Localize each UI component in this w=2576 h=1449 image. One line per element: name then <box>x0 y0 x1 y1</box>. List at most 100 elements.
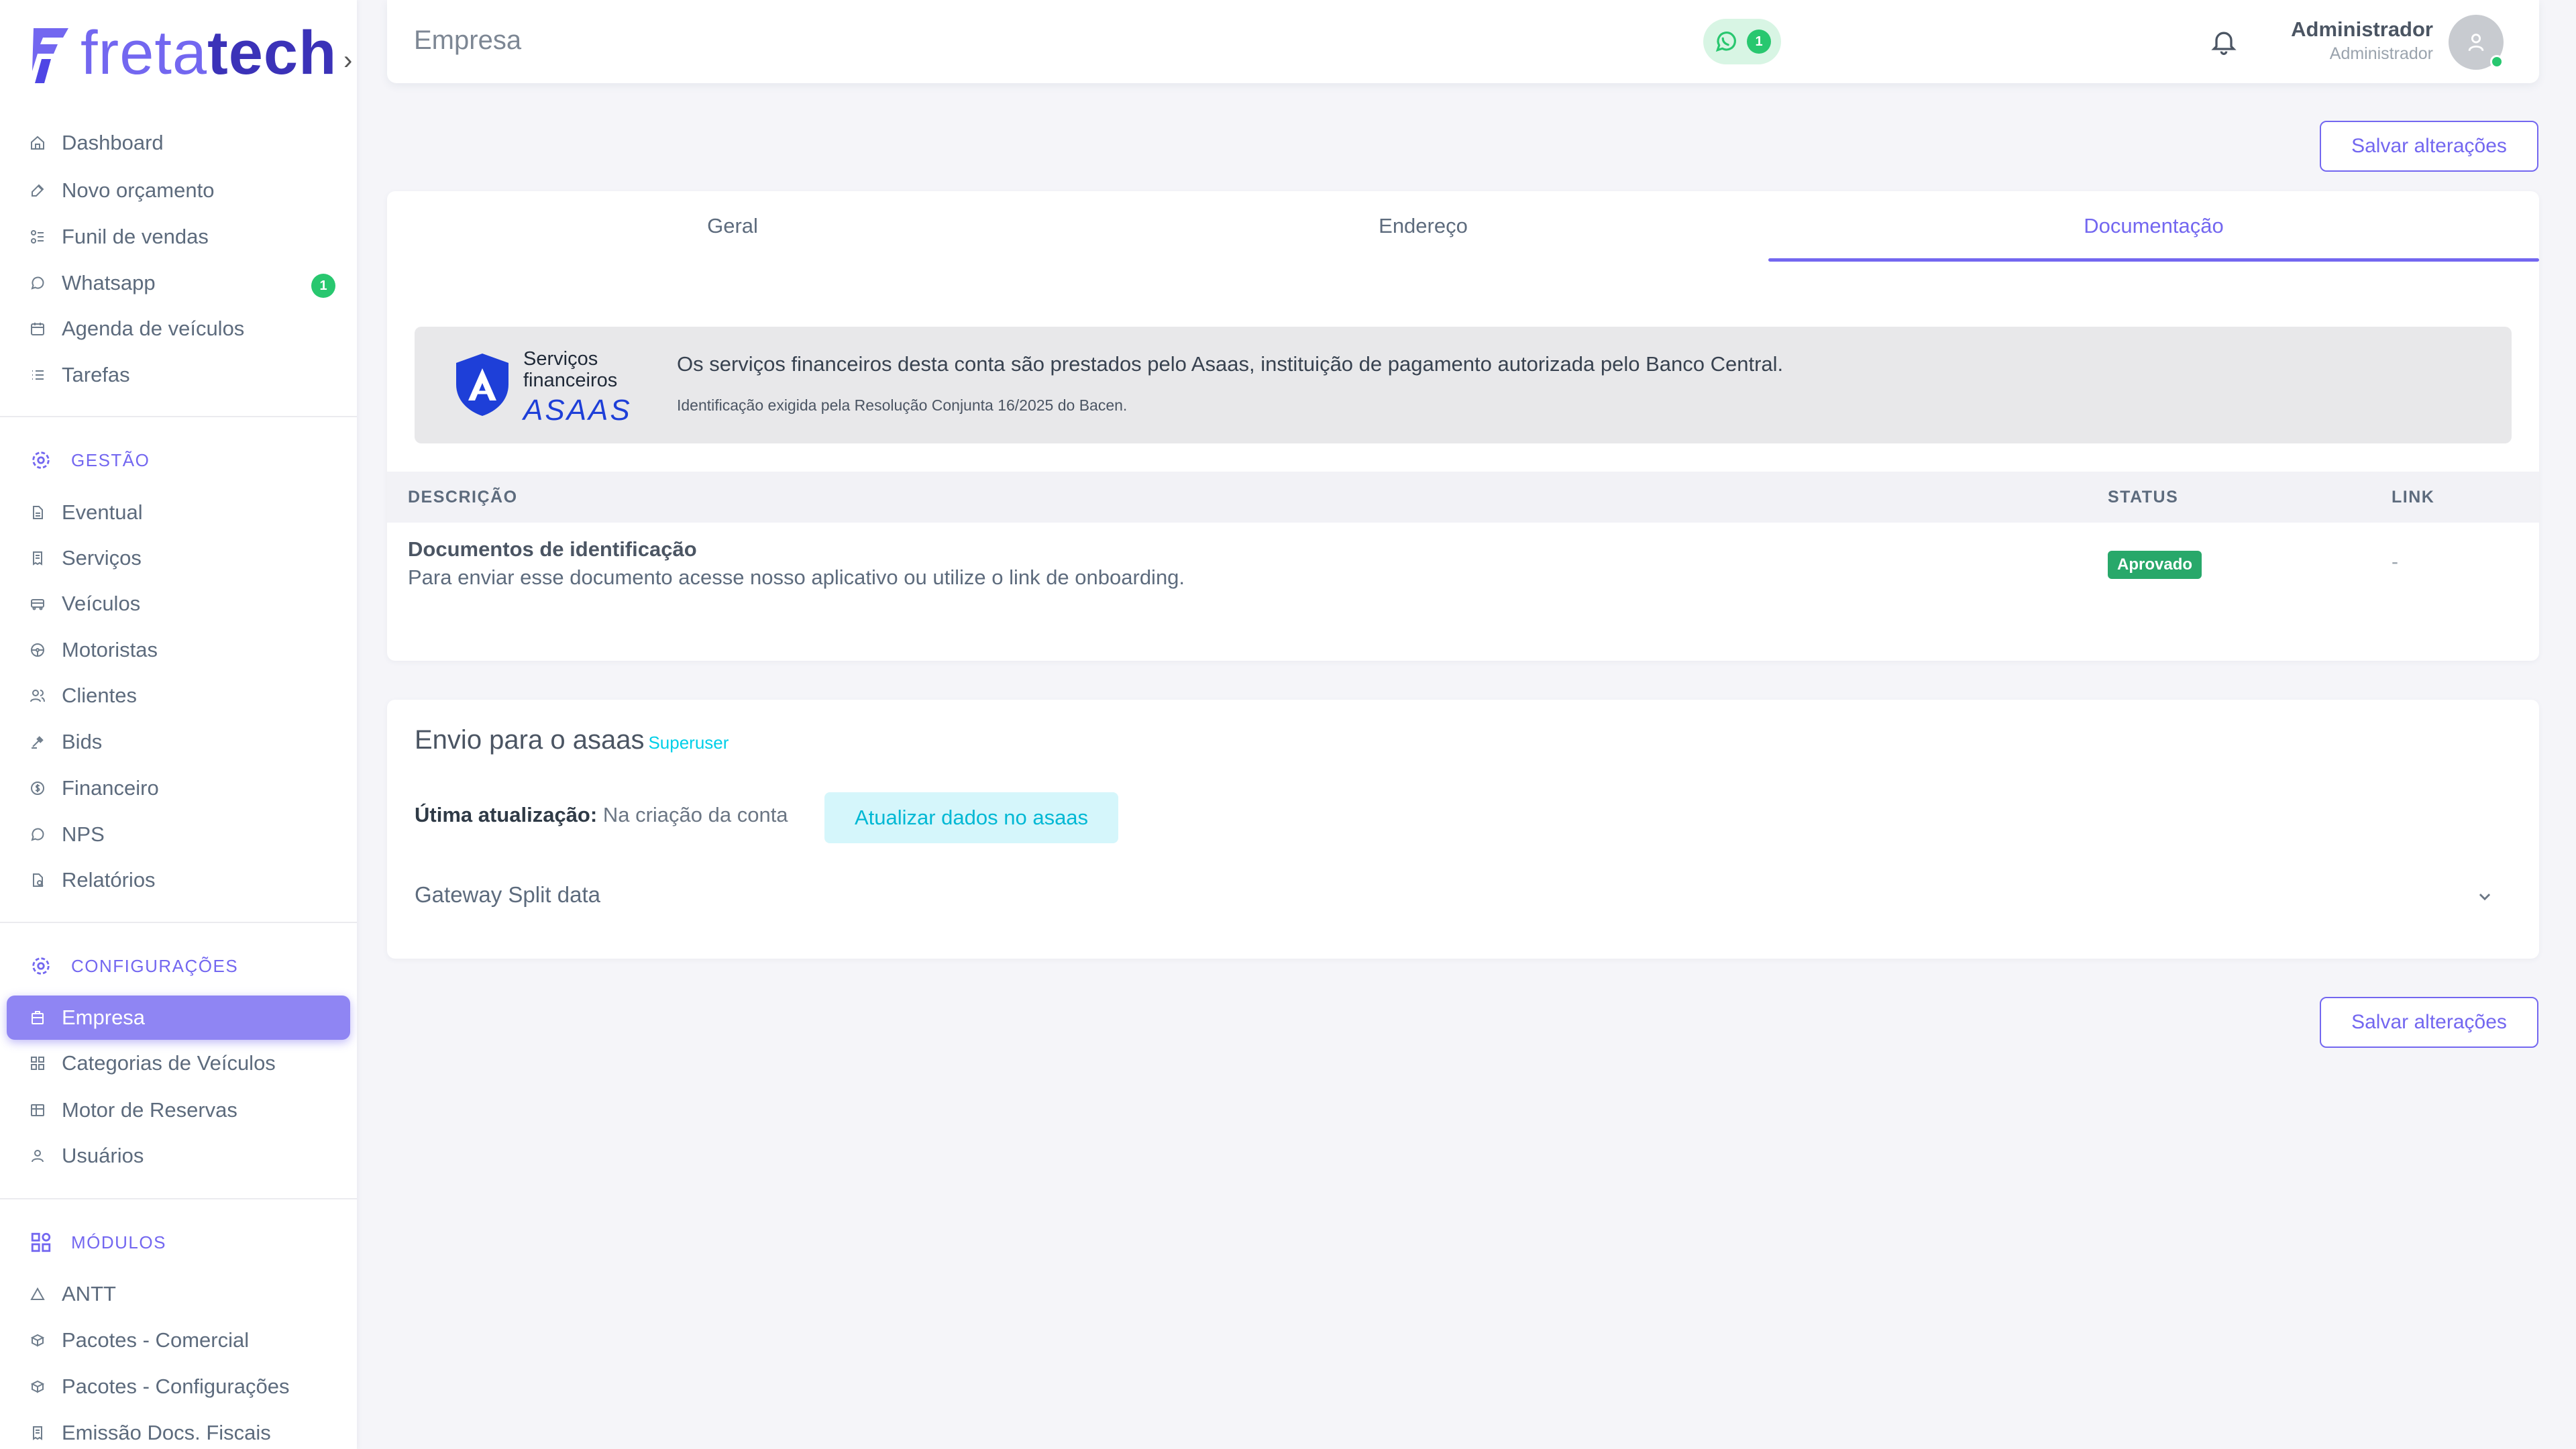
document-title: Documentos de identificação <box>408 537 697 561</box>
gavel-icon <box>28 733 47 751</box>
sidebar-item-label: Veículos <box>62 592 141 615</box>
asaas-info-banner: Serviços financeiros ASAAS Os serviços f… <box>415 327 2512 443</box>
tab-endereco[interactable]: Endereço <box>1078 191 1768 261</box>
home-icon <box>28 133 47 152</box>
whatsapp-icon <box>1713 29 1739 54</box>
sidebar: fretatech › Dashboard Novo orçamento Fun… <box>0 0 357 1449</box>
report-icon <box>28 871 47 890</box>
avatar[interactable] <box>2449 15 2504 70</box>
save-button-bottom[interactable]: Salvar alterações <box>2320 997 2538 1048</box>
sidebar-item-servicos[interactable]: Serviços <box>7 536 350 580</box>
sidebar-item-motor-de-reservas[interactable]: Motor de Reservas <box>7 1088 350 1132</box>
gateway-split-data-toggle[interactable]: Gateway Split data <box>415 882 600 908</box>
sidebar-item-clientes[interactable]: Clientes <box>7 674 350 718</box>
collapse-sidebar-icon[interactable]: › <box>343 46 352 76</box>
document-description: Para enviar esse documento acesse nosso … <box>408 566 1185 589</box>
sidebar-item-label: Funil de vendas <box>62 225 209 248</box>
package-icon <box>28 1377 47 1396</box>
section-header-configuracoes: CONFIGURAÇÕES <box>30 953 238 979</box>
sidebar-item-whatsapp[interactable]: Whatsapp 1 <box>7 261 350 305</box>
sidebar-item-relatorios[interactable]: Relatórios <box>7 858 350 902</box>
sidebar-item-label: Eventual <box>62 500 143 524</box>
online-status-dot <box>2490 55 2504 68</box>
sidebar-divider <box>0 416 357 417</box>
sidebar-item-label: Relatórios <box>62 868 156 892</box>
sidebar-divider <box>0 1198 357 1199</box>
grid-icon <box>28 1054 47 1073</box>
coin-icon <box>28 779 47 798</box>
sidebar-item-motoristas[interactable]: Motoristas <box>7 628 350 672</box>
sidebar-item-agenda-de-veiculos[interactable]: Agenda de veículos <box>7 307 350 351</box>
update-asaas-data-button[interactable]: Atualizar dados no asaas <box>824 792 1118 843</box>
sidebar-item-label: Tarefas <box>62 363 130 386</box>
whatsapp-notification-button[interactable]: 1 <box>1703 19 1781 64</box>
sidebar-item-pacotes-comercial[interactable]: Pacotes - Comercial <box>7 1318 350 1362</box>
users-icon <box>28 686 47 705</box>
user-role: Administrador <box>2329 44 2433 63</box>
calendar-icon <box>28 319 47 338</box>
sidebar-item-label: Serviços <box>62 546 142 570</box>
chevron-down-icon[interactable] <box>2473 885 2496 908</box>
bus-icon <box>28 594 47 613</box>
triangle-icon <box>28 1285 47 1303</box>
bell-icon[interactable] <box>2209 27 2239 56</box>
brand-name: fretatech <box>80 19 337 87</box>
sidebar-item-dashboard[interactable]: Dashboard <box>7 121 350 165</box>
brand-logo[interactable]: fretatech › <box>28 16 352 90</box>
top-navbar: Empresa 1 Administrador Administrador <box>387 0 2539 83</box>
sidebar-item-label: Financeiro <box>62 776 159 800</box>
list-icon <box>28 366 47 384</box>
sidebar-item-financeiro[interactable]: Financeiro <box>7 766 350 810</box>
sidebar-item-label: Pacotes - Configurações <box>62 1375 290 1398</box>
sidebar-item-categorias-de-veiculos[interactable]: Categorias de Veículos <box>7 1041 350 1085</box>
sidebar-item-empresa[interactable]: Empresa <box>7 996 350 1040</box>
column-header-description: DESCRIÇÃO <box>408 488 518 506</box>
sidebar-item-label: Empresa <box>62 1006 146 1029</box>
edit-icon <box>28 181 47 200</box>
asaas-sync-title: Envio para o asaas Superuser <box>415 725 729 755</box>
steering-wheel-icon <box>28 641 47 659</box>
filter-icon <box>28 227 47 246</box>
document-link[interactable]: - <box>2392 551 2398 574</box>
sidebar-item-usuarios[interactable]: Usuários <box>7 1134 350 1178</box>
sidebar-item-novo-orcamento[interactable]: Novo orçamento <box>7 168 350 213</box>
sidebar-item-bids[interactable]: Bids <box>7 720 350 764</box>
column-header-status: STATUS <box>2108 488 2179 506</box>
sidebar-item-label: NPS <box>62 822 105 846</box>
status-badge: Aprovado <box>2108 551 2202 579</box>
active-tab-indicator <box>1768 258 2539 262</box>
last-update-label: Útima atualização: <box>415 803 598 826</box>
asaas-main-text: Os serviços financeiros desta conta são … <box>677 352 1784 376</box>
sidebar-item-label: Agenda de veículos <box>62 317 245 340</box>
sidebar-item-label: Emissão Docs. Fiscais <box>62 1421 271 1444</box>
whatsapp-icon <box>28 274 47 292</box>
sidebar-item-funil-de-vendas[interactable]: Funil de vendas <box>7 215 350 259</box>
sidebar-item-pacotes-configuracoes[interactable]: Pacotes - Configurações <box>7 1364 350 1409</box>
sidebar-item-label: Bids <box>62 730 103 753</box>
receipt-icon <box>28 549 47 568</box>
sidebar-divider <box>0 922 357 923</box>
whatsapp-count-badge: 1 <box>1747 30 1771 54</box>
user-name[interactable]: Administrador <box>2291 17 2433 42</box>
gear-icon <box>30 449 52 472</box>
save-button-top[interactable]: Salvar alterações <box>2320 121 2538 172</box>
sidebar-item-label: Dashboard <box>62 131 164 154</box>
documents-table-header: DESCRIÇÃO STATUS LINK <box>387 472 2539 523</box>
asaas-shield-icon <box>456 354 508 416</box>
sidebar-item-label: Novo orçamento <box>62 178 215 202</box>
company-tabs-card: Geral Endereço Documentação Serviços fin… <box>387 191 2539 661</box>
sidebar-item-label: Clientes <box>62 684 137 707</box>
asaas-logo: ASAAS <box>523 394 632 427</box>
tab-geral[interactable]: Geral <box>387 191 1078 261</box>
section-header-modulos: MÓDULOS <box>30 1229 166 1256</box>
last-update-value: Na criação da conta <box>602 803 788 826</box>
sidebar-item-emissao-docs-fiscais[interactable]: Emissão Docs. Fiscais <box>7 1411 350 1449</box>
sidebar-item-eventual[interactable]: Eventual <box>7 490 350 535</box>
asaas-sub-text: Identificação exigida pela Resolução Con… <box>677 396 1128 414</box>
sidebar-item-veiculos[interactable]: Veículos <box>7 582 350 626</box>
tab-documentacao[interactable]: Documentação <box>1768 191 2539 261</box>
sidebar-item-antt[interactable]: ANTT <box>7 1272 350 1316</box>
sidebar-item-nps[interactable]: NPS <box>7 812 350 857</box>
gear-icon <box>30 955 52 977</box>
sidebar-item-tarefas[interactable]: Tarefas <box>7 353 350 397</box>
